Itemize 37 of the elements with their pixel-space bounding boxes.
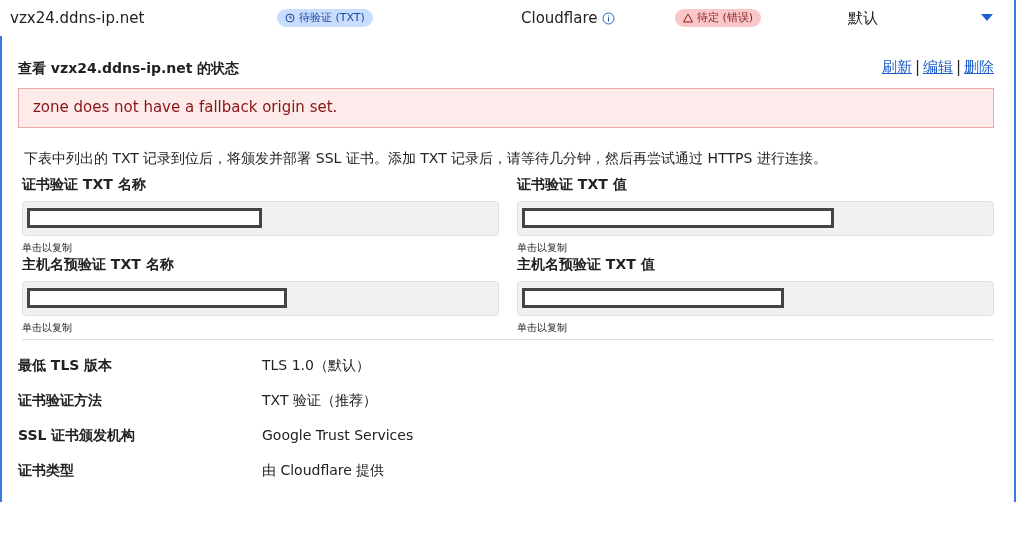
detail-value: 由 Cloudflare 提供 — [262, 460, 385, 480]
validation-badge: 待验证 (TXT) — [277, 8, 373, 27]
action-link[interactable]: 刷新 — [881, 56, 912, 79]
detail-value: Google Trust Services — [262, 425, 414, 445]
field-label: 主机名预验证 TXT 名称 — [22, 254, 175, 274]
status-badge: 待定 (错误) — [675, 8, 762, 27]
field-label: 证书验证 TXT 名称 — [22, 174, 147, 194]
detail-value: TLS 1.0（默认） — [262, 355, 370, 375]
hostname: vzx24.ddns-ip.net — [9, 7, 146, 29]
warning-icon — [683, 12, 693, 23]
detail-label: SSL 证书颁发机构 — [18, 425, 137, 445]
copy-hint: 单击以复制 — [22, 241, 73, 254]
detail-value: TXT 验证（推荐） — [262, 390, 377, 410]
clock-icon — [285, 12, 295, 23]
copy-field[interactable] — [517, 200, 994, 236]
copy-field[interactable] — [22, 280, 499, 316]
detail-label: 最低 TLS 版本 — [18, 355, 114, 375]
panel-title: 查看 vzx24.ddns-ip.net 的状态 — [18, 58, 240, 78]
copy-field[interactable] — [22, 200, 499, 236]
setting-value: 默认 — [848, 7, 879, 29]
copy-hint: 单击以复制 — [517, 321, 568, 334]
description-text: 下表中列出的 TXT 记录到位后，将颁发并部署 SSL 证书。添加 TXT 记录后，请等待几分钟，然后再尝试通过 HTTPS 进行连接。 — [24, 148, 828, 168]
field-label: 主机名预验证 TXT 值 — [517, 254, 656, 274]
info-icon[interactable] — [601, 11, 615, 25]
field-label: 证书验证 TXT 值 — [517, 174, 628, 194]
copy-hint: 单击以复制 — [22, 321, 73, 334]
copy-hint: 单击以复制 — [517, 241, 568, 254]
action-link[interactable]: 编辑 — [922, 56, 953, 79]
detail-label: 证书验证方法 — [18, 390, 103, 410]
expand-toggle[interactable] — [980, 13, 994, 23]
action-link[interactable]: 删除 — [964, 56, 994, 79]
copy-field[interactable] — [517, 280, 994, 316]
provider-name: Cloudflare — [521, 7, 598, 29]
error-banner: zone does not have a fallback origin set. — [18, 87, 994, 128]
detail-label: 证书类型 — [18, 460, 75, 480]
link-separator: | — [914, 57, 920, 78]
link-separator: | — [955, 57, 961, 78]
